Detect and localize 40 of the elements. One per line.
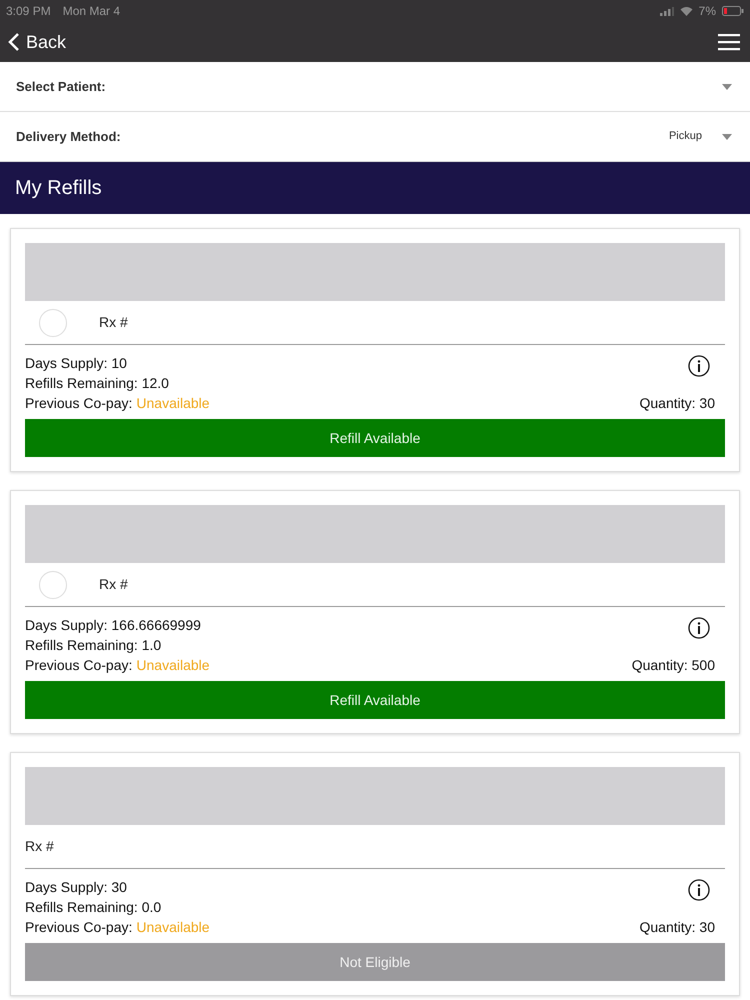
days-supply: Days Supply: 166.66669999: [25, 616, 202, 635]
rx-number: Rx #: [99, 313, 128, 332]
field-label: Delivery Method:: [16, 128, 121, 146]
menu-icon[interactable]: [718, 33, 740, 51]
chevron-left-icon: [8, 32, 20, 52]
signal-icon: [660, 6, 674, 16]
battery-icon: [722, 6, 744, 16]
section-title: My Refills: [15, 176, 102, 201]
copay-value: Unavailable: [136, 656, 210, 675]
copay-value: Unavailable: [136, 394, 210, 413]
status-date: Mon Mar 4: [62, 3, 120, 20]
quantity: Quantity: 30: [640, 394, 715, 413]
status-time: 3:09 PM: [6, 3, 51, 20]
info-icon[interactable]: [688, 617, 710, 639]
copay-label: Previous Co-pay:: [25, 394, 132, 413]
rx-number: Rx #: [99, 575, 128, 594]
refills-remaining: Refills Remaining: 0.0: [25, 898, 162, 917]
battery-percent: 7%: [698, 3, 716, 20]
quantity: Quantity: 30: [640, 918, 715, 937]
refill-status-button[interactable]: Refill Available: [25, 419, 725, 457]
refill-status-button[interactable]: Refill Available: [25, 681, 725, 719]
dropdown-caret-icon: [722, 134, 732, 140]
days-supply: Days Supply: 30: [25, 878, 128, 897]
back-button[interactable]: Back: [8, 28, 66, 56]
wifi-icon: [680, 6, 693, 16]
rx-number: Rx #: [25, 837, 54, 856]
quantity: Quantity: 500: [632, 656, 715, 675]
info-icon[interactable]: [688, 879, 710, 901]
days-supply: Days Supply: 10: [25, 354, 128, 373]
select-checkbox[interactable]: [39, 308, 67, 336]
copay-value: Unavailable: [136, 918, 210, 937]
refills-remaining: Refills Remaining: 12.0: [25, 374, 170, 393]
info-icon[interactable]: [688, 355, 710, 377]
copay-label: Previous Co-pay:: [25, 656, 132, 675]
select-checkbox[interactable]: [39, 570, 67, 598]
field-value: Pickup: [668, 129, 702, 144]
dropdown-caret-icon: [722, 84, 732, 90]
refills-remaining: Refills Remaining: 1.0: [25, 636, 162, 655]
copay-label: Previous Co-pay:: [25, 918, 132, 937]
field-label: Select Patient:: [16, 78, 106, 96]
